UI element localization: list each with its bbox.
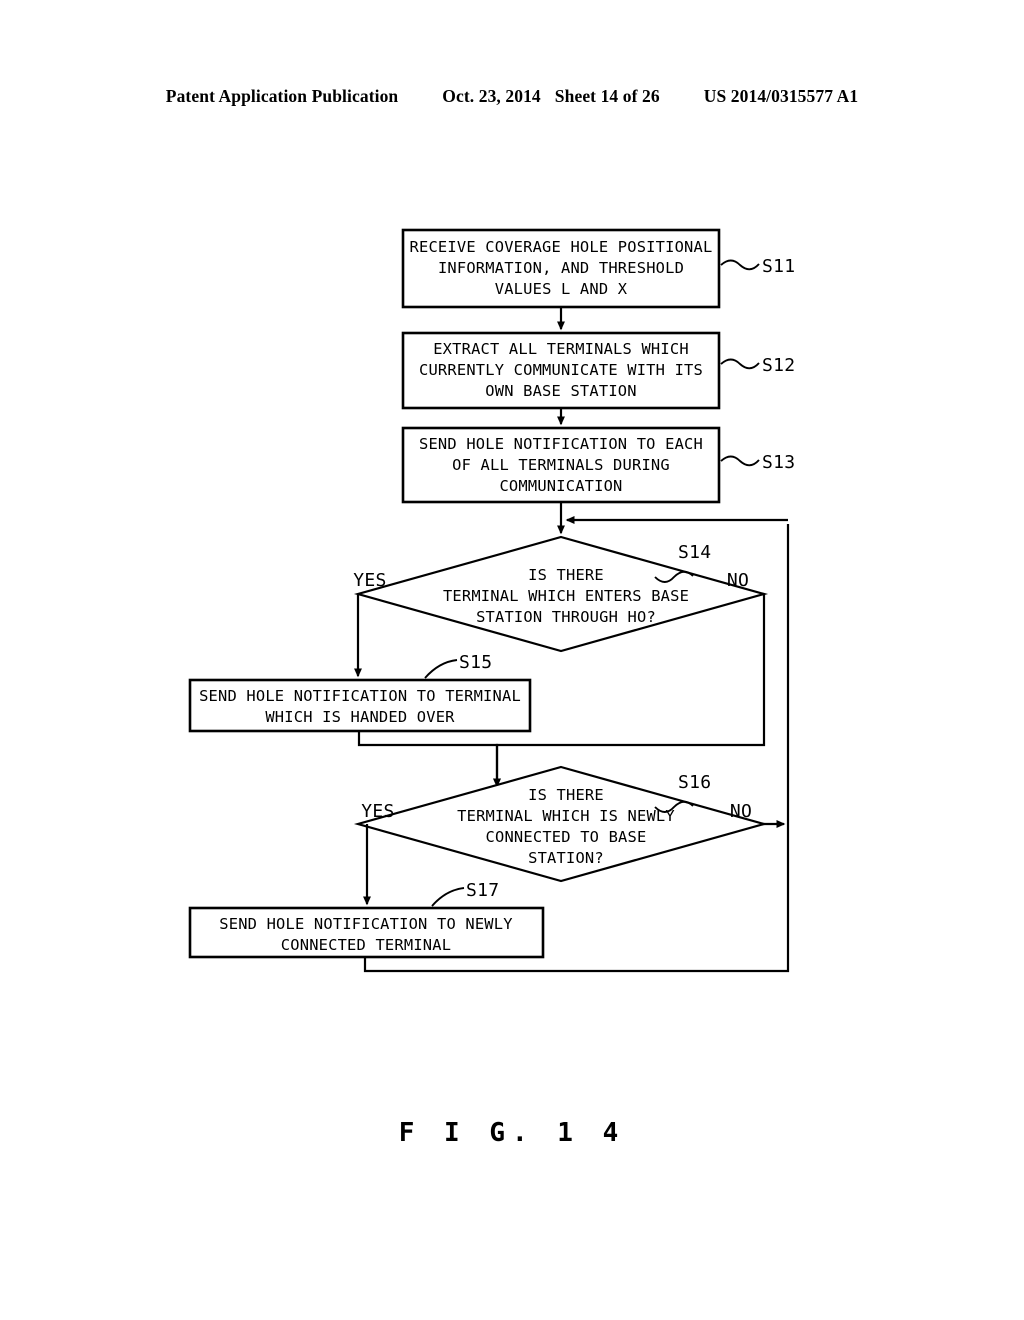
node-s14-step-label: S14: [678, 542, 711, 563]
node-s16-step-label: S16: [678, 772, 711, 793]
node-s11-line-3: VALUES L AND X: [495, 280, 628, 298]
node-s16-line-1: IS THERE: [528, 786, 604, 804]
node-s15-line-2: WHICH IS HANDED OVER: [265, 708, 455, 726]
node-s16-line-4: STATION?: [528, 849, 604, 867]
node-s13: SEND HOLE NOTIFICATION TO EACH OF ALL TE…: [401, 426, 795, 504]
node-s12-line-1: EXTRACT ALL TERMINALS WHICH: [433, 340, 689, 358]
node-s16-line-3: CONNECTED TO BASE: [486, 828, 647, 846]
node-s12-line-3: OWN BASE STATION: [485, 382, 636, 400]
node-s13-line-2: OF ALL TERMINALS DURING: [452, 456, 670, 474]
patent-figure-page: Patent Application Publication Oct. 23, …: [0, 0, 1024, 1320]
node-s14-line-3: STATION THROUGH HO?: [476, 608, 656, 626]
node-s11-step-label: S11: [762, 256, 795, 277]
node-s16-yes-label: YES: [361, 801, 394, 822]
node-s14: IS THERE TERMINAL WHICH ENTERS BASE STAT…: [353, 535, 769, 653]
node-s11-line-1: RECEIVE COVERAGE HOLE POSITIONAL: [410, 238, 713, 256]
node-s15: SEND HOLE NOTIFICATION TO TERMINAL WHICH…: [188, 652, 532, 733]
node-s11-line-2: INFORMATION, AND THRESHOLD: [438, 259, 684, 277]
node-s17-line-2: CONNECTED TERMINAL: [281, 936, 451, 954]
node-s13-line-1: SEND HOLE NOTIFICATION TO EACH: [419, 435, 703, 453]
figure-caption: F I G. 1 4: [398, 1118, 626, 1148]
node-s12-line-2: CURRENTLY COMMUNICATE WITH ITS: [419, 361, 703, 379]
edge-s15-to-s16: [357, 731, 501, 788]
node-s12-step-label: S12: [762, 355, 795, 376]
node-s11: RECEIVE COVERAGE HOLE POSITIONAL INFORMA…: [401, 228, 795, 309]
node-s17-step-label: S17: [466, 880, 499, 901]
node-s16-no-label: NO: [730, 801, 752, 822]
node-s14-yes-label: YES: [353, 570, 386, 591]
node-s13-step-label: S13: [762, 452, 795, 473]
node-s12: EXTRACT ALL TERMINALS WHICH CURRENTLY CO…: [401, 331, 795, 410]
node-s14-line-2: TERMINAL WHICH ENTERS BASE: [443, 587, 689, 605]
node-s14-line-1: IS THERE: [528, 566, 604, 584]
node-s14-no-label: NO: [727, 570, 749, 591]
node-s16-line-2: TERMINAL WHICH IS NEWLY: [457, 807, 675, 825]
node-s16: IS THERE TERMINAL WHICH IS NEWLY CONNECT…: [353, 765, 769, 883]
node-s13-line-3: COMMUNICATION: [499, 477, 622, 495]
node-s15-line-1: SEND HOLE NOTIFICATION TO TERMINAL: [199, 687, 521, 705]
node-s15-step-label: S15: [459, 652, 492, 673]
node-s17-line-1: SEND HOLE NOTIFICATION TO NEWLY: [219, 915, 512, 933]
